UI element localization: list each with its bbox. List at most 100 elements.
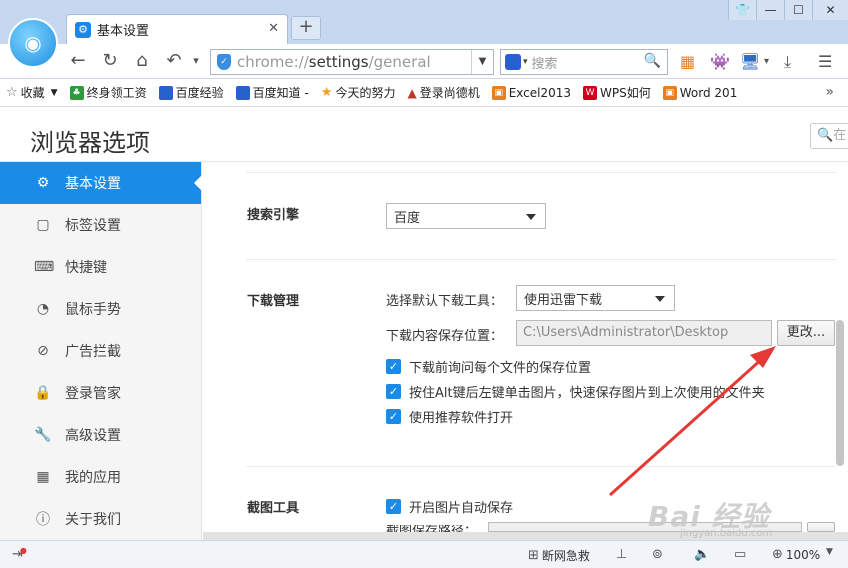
checkbox[interactable]: ✓ bbox=[386, 384, 401, 399]
sidebar-item-mouse-gestures[interactable]: ◔ 鼠标手势 bbox=[0, 288, 201, 330]
broom-icon[interactable]: ⊥ bbox=[616, 547, 630, 562]
reload-button[interactable]: ↻ bbox=[98, 50, 122, 71]
back-button[interactable]: ← bbox=[66, 50, 90, 71]
game-icon[interactable]: 👾 bbox=[710, 52, 730, 71]
vertical-scrollbar[interactable] bbox=[836, 320, 844, 466]
screenshot-tool-heading: 截图工具 bbox=[247, 501, 300, 516]
lock-icon: 🔒 bbox=[34, 385, 52, 401]
secure-shield-icon: ✓ bbox=[217, 54, 231, 70]
sidebar-item-advanced-settings[interactable]: 🔧 高级设置 bbox=[0, 414, 201, 456]
download-path-label: 下载内容保存位置： bbox=[386, 329, 504, 344]
url-text: chrome://settings/general bbox=[237, 53, 431, 71]
address-bar[interactable]: ✓ chrome://settings/general ▼ bbox=[210, 49, 494, 75]
paw-icon[interactable]: 🐾 bbox=[505, 54, 521, 70]
chevron-down-icon bbox=[526, 214, 536, 220]
vr-glasses-icon[interactable]: ⊚ bbox=[652, 547, 666, 562]
option-auto-save-screenshot[interactable]: ✓ 开启图片自动保存 bbox=[386, 497, 513, 516]
status-bar: ⇥ ● ⊞ 断网急救 ⊥ ⊚ 🔈 ▭ ⊕ 100% ▼ bbox=[0, 540, 848, 568]
sidebar-item-tab-settings[interactable]: ▢ 标签设置 bbox=[0, 204, 201, 246]
office-icon: ▣ bbox=[662, 85, 677, 100]
game-icon: ♣ bbox=[69, 85, 84, 100]
checkbox[interactable]: ✓ bbox=[386, 499, 401, 514]
notification-dot-icon: ● bbox=[19, 546, 27, 555]
bookmark-item[interactable]: ▣ Excel2013 bbox=[491, 85, 571, 100]
window-icon[interactable]: ▭ bbox=[734, 547, 749, 562]
sidebar-item-login-manager[interactable]: 🔒 登录管家 bbox=[0, 372, 201, 414]
maximize-button[interactable]: ☐ bbox=[784, 0, 812, 20]
more-bookmarks-chevron-icon[interactable]: » bbox=[825, 84, 834, 100]
sidebar-item-about[interactable]: ⓘ 关于我们 bbox=[0, 498, 201, 540]
bookmark-item[interactable]: ▣ Word 201 bbox=[662, 85, 737, 100]
tab-basic-settings[interactable]: ⚙ 基本设置 ✕ bbox=[66, 14, 288, 44]
bookmark-item[interactable]: ▲ 登录尚德机 bbox=[407, 84, 479, 101]
bookmark-item[interactable]: ★ 今天的努力 bbox=[321, 84, 396, 101]
minimize-button[interactable]: — bbox=[756, 0, 784, 20]
bookmark-item[interactable]: W WPS如何 bbox=[583, 84, 651, 101]
option-ask-save-location[interactable]: ✓ 下载前询问每个文件的保存位置 bbox=[386, 357, 591, 376]
checkbox[interactable]: ✓ bbox=[386, 409, 401, 424]
sidebar-item-my-apps[interactable]: ▦ 我的应用 bbox=[0, 456, 201, 498]
bookmark-item[interactable]: ♣ 终身领工资 bbox=[69, 84, 147, 101]
bookmarks-bar: ☆ 收藏 ▼ ♣ 终身领工资 🐾 百度经验 🐾 百度知道 - ★ 今天的努力 ▲… bbox=[0, 79, 848, 107]
wps-icon: W bbox=[583, 85, 598, 100]
undo-close-button[interactable]: ↶ bbox=[162, 50, 186, 71]
undo-menu-chevron-icon[interactable]: ▾ bbox=[184, 54, 208, 67]
download-icon[interactable]: ⤓ bbox=[784, 52, 791, 72]
browser-logo-icon[interactable]: ◉ bbox=[8, 18, 58, 68]
title-bar: ⚙ 基本设置 ✕ + 👕 — ☐ ✕ bbox=[0, 0, 848, 44]
mouse-icon: ◔ bbox=[36, 301, 50, 317]
office-icon: ▣ bbox=[491, 85, 506, 100]
settings-sidebar: ⚙ 基本设置 ▢ 标签设置 ⌨ 快捷键 ◔ 鼠标手势 ⊘ 广告拦截 🔒 登录管家… bbox=[0, 162, 202, 540]
option-use-recommended-software[interactable]: ✓ 使用推荐软件打开 bbox=[386, 407, 513, 426]
chevron-down-icon bbox=[655, 296, 665, 302]
info-icon: ⓘ bbox=[36, 512, 50, 528]
close-tab-icon[interactable]: ✕ bbox=[268, 21, 279, 36]
close-window-button[interactable]: ✕ bbox=[812, 0, 848, 20]
home-button[interactable]: ⌂ bbox=[130, 50, 154, 71]
apps-icon: ▦ bbox=[36, 469, 50, 485]
sidebar-item-label: 广告拦截 bbox=[65, 344, 121, 360]
search-icon[interactable]: 🔍 bbox=[644, 53, 661, 69]
screen-capture-icon[interactable]: 🖥 bbox=[740, 52, 760, 71]
download-tool-select[interactable]: 使用迅雷下载 bbox=[516, 285, 675, 311]
sidebar-item-label: 鼠标手势 bbox=[65, 302, 121, 318]
sidebar-item-label: 基本设置 bbox=[65, 176, 121, 192]
engine-chevron-down-icon[interactable]: ▾ bbox=[523, 57, 528, 67]
search-box[interactable]: 🐾 ▾ 搜索 🔍 bbox=[500, 49, 668, 75]
new-tab-button[interactable]: + bbox=[291, 16, 321, 40]
bookmark-item[interactable]: 🐾 百度经验 bbox=[158, 84, 224, 101]
sidebar-item-basic-settings[interactable]: ⚙ 基本设置 bbox=[0, 162, 202, 204]
address-toolbar: ← ↻ ⌂ ↶ ▾ ✓ chrome://settings/general ▼ … bbox=[0, 44, 848, 79]
skin-icon[interactable]: 👕 bbox=[728, 0, 756, 20]
star-icon: ☆ bbox=[6, 85, 18, 100]
settings-content: 搜索引擎 百度 下载管理 选择默认下载工具： 使用迅雷下载 下载内容保存位置： … bbox=[203, 162, 848, 540]
bird-icon: ▲ bbox=[407, 85, 417, 100]
chevron-down-icon: ▼ bbox=[50, 87, 58, 98]
search-engine-select[interactable]: 百度 bbox=[386, 203, 546, 229]
apps-grid-icon[interactable]: ▦ bbox=[680, 52, 695, 71]
screenshot-path-label: 截图保存路径： bbox=[386, 525, 477, 532]
exit-icon[interactable]: ⇥ ● bbox=[12, 546, 27, 562]
network-rescue-button[interactable]: ⊞ 断网急救 bbox=[528, 547, 590, 564]
url-dropdown-icon[interactable]: ▼ bbox=[471, 50, 493, 74]
checkbox[interactable]: ✓ bbox=[386, 359, 401, 374]
section-divider bbox=[246, 259, 836, 260]
search-engine-heading: 搜索引擎 bbox=[247, 208, 300, 223]
sidebar-item-ad-block[interactable]: ⊘ 广告拦截 bbox=[0, 330, 201, 372]
tab-title: 基本设置 bbox=[97, 24, 150, 39]
menu-icon[interactable]: ☰ bbox=[818, 52, 832, 71]
screenshot-change-button[interactable] bbox=[807, 522, 835, 532]
bookmark-favorites[interactable]: ☆ 收藏 ▼ bbox=[6, 84, 58, 101]
zoom-chevron-down-icon[interactable]: ▼ bbox=[826, 547, 836, 557]
option-alt-click-save-image[interactable]: ✓ 按住Alt键后左键单击图片，快速保存图片到上次使用的文件夹 bbox=[386, 382, 765, 401]
search-input[interactable]: 搜索 bbox=[532, 53, 558, 72]
section-divider bbox=[246, 466, 836, 467]
change-path-button[interactable]: 更改... bbox=[777, 320, 835, 346]
sidebar-item-label: 登录管家 bbox=[65, 386, 121, 402]
sidebar-item-shortcuts[interactable]: ⌨ 快捷键 bbox=[0, 246, 201, 288]
settings-search-input[interactable]: 🔍在 bbox=[810, 123, 848, 149]
capture-menu-chevron-icon[interactable]: ▾ bbox=[764, 56, 769, 67]
bookmark-item[interactable]: 🐾 百度知道 - bbox=[235, 84, 309, 101]
zoom-control[interactable]: ⊕ 100% bbox=[772, 547, 820, 562]
volume-icon[interactable]: 🔈 bbox=[694, 547, 713, 562]
